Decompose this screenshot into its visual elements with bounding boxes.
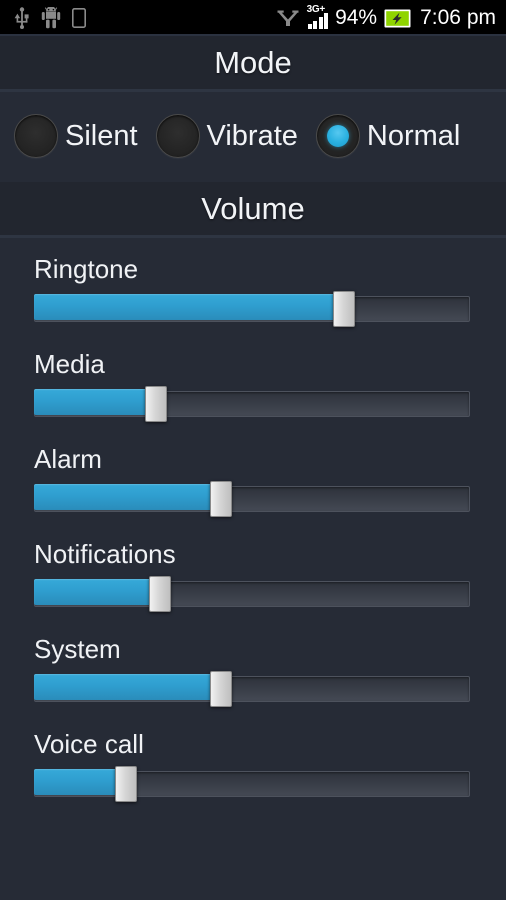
network-type-label: 3G+ xyxy=(306,4,326,15)
volume-label-alarm: Alarm xyxy=(34,444,102,474)
radio-button-silent[interactable] xyxy=(14,114,58,158)
slider-thumb[interactable] xyxy=(114,766,137,802)
radio-button-normal[interactable] xyxy=(315,114,360,158)
status-bar-right-icons: 3G+ 94% 7:06 pm xyxy=(276,4,496,30)
vpn-icon xyxy=(276,8,300,28)
volume-slider-voice-call[interactable] xyxy=(34,766,470,802)
volume-item-ringtone: Ringtone xyxy=(0,254,506,327)
status-bar[interactable]: 3G+ 94% 7:06 pm xyxy=(0,0,506,36)
volume-label-notifications: Notifications xyxy=(34,539,176,569)
volume-slider-alarm[interactable] xyxy=(34,481,470,517)
volume-label-voice-call: Voice call xyxy=(34,729,144,759)
volume-slider-list: Ringtone Media Alarm Notifications Syste… xyxy=(0,238,506,802)
volume-item-system: System xyxy=(0,634,506,707)
volume-label-ringtone: Ringtone xyxy=(34,254,139,284)
slider-fill xyxy=(34,769,126,795)
mode-option-silent-label: Silent xyxy=(65,119,138,152)
mode-option-normal-label: Normal xyxy=(366,119,461,152)
volume-section-header: Volume xyxy=(0,182,506,238)
signal-strength-icon: 3G+ xyxy=(306,4,329,29)
volume-item-media: Media xyxy=(0,349,506,422)
mode-radio-group[interactable]: Silent Vibrate Normal xyxy=(0,92,506,182)
slider-thumb[interactable] xyxy=(210,671,233,707)
mode-option-vibrate[interactable]: Vibrate xyxy=(155,114,298,158)
volume-slider-system[interactable] xyxy=(34,671,470,707)
slider-thumb[interactable] xyxy=(145,386,168,422)
volume-label-system: System xyxy=(34,634,121,664)
mode-option-vibrate-label: Vibrate xyxy=(206,119,298,152)
clock-label: 7:06 pm xyxy=(420,6,496,29)
volume-slider-media[interactable] xyxy=(34,386,470,422)
volume-slider-ringtone[interactable] xyxy=(34,291,470,327)
android-robot-icon xyxy=(41,6,61,29)
volume-item-alarm: Alarm xyxy=(0,444,506,517)
sd-card-icon xyxy=(72,8,86,28)
slider-fill xyxy=(34,579,161,605)
volume-item-voice-call: Voice call xyxy=(0,729,506,802)
slider-fill xyxy=(34,389,157,415)
slider-fill xyxy=(34,484,222,510)
slider-fill xyxy=(34,294,344,320)
volume-item-notifications: Notifications xyxy=(0,539,506,612)
mode-section-header: Mode xyxy=(0,36,506,92)
radio-button-vibrate[interactable] xyxy=(155,114,200,158)
volume-label-media: Media xyxy=(34,349,105,379)
status-bar-left-icons xyxy=(14,6,86,29)
signal-bars xyxy=(307,13,329,29)
battery-percent-label: 94% xyxy=(335,6,378,29)
slider-fill xyxy=(34,674,222,700)
battery-charging-icon xyxy=(384,9,411,28)
slider-thumb[interactable] xyxy=(210,481,233,517)
volume-slider-notifications[interactable] xyxy=(34,576,470,612)
slider-thumb[interactable] xyxy=(332,291,355,327)
usb-icon xyxy=(14,7,30,29)
mode-option-silent[interactable]: Silent xyxy=(14,114,138,158)
mode-option-normal[interactable]: Normal xyxy=(315,114,461,158)
slider-thumb[interactable] xyxy=(149,576,172,612)
